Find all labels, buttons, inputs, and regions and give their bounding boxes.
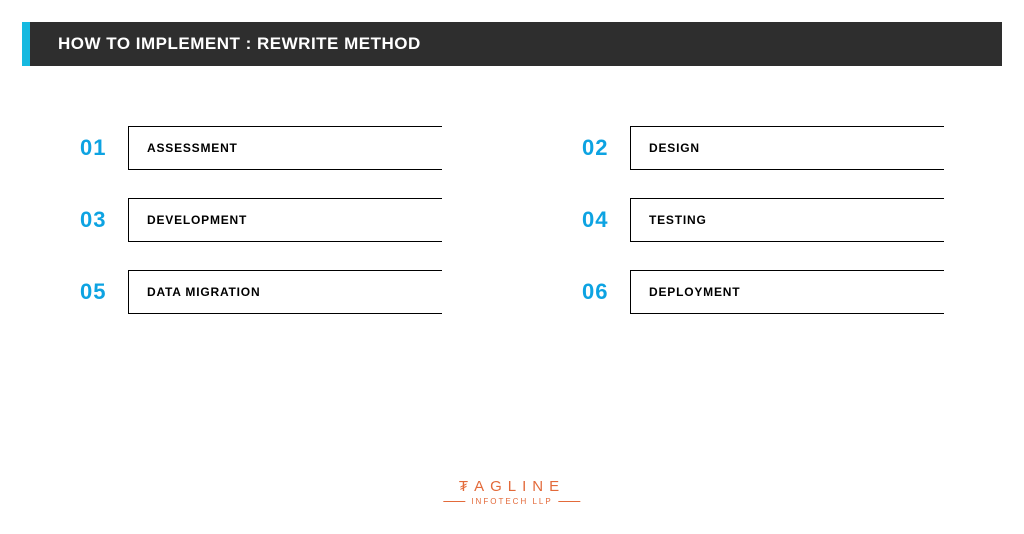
title-bar: HOW TO IMPLEMENT : REWRITE METHOD <box>22 22 1002 66</box>
step-number: 01 <box>80 135 128 161</box>
content-area: 01 ASSESSMENT 02 DESIGN 03 DEVELOPMENT 0… <box>0 66 1024 314</box>
step-box: TESTING <box>630 198 944 242</box>
logo-line-icon <box>559 501 581 502</box>
logo-subtext: INFOTECH LLP <box>471 497 552 506</box>
logo-subline: INFOTECH LLP <box>443 497 580 506</box>
step-label: DEPLOYMENT <box>649 285 740 299</box>
steps-grid: 01 ASSESSMENT 02 DESIGN 03 DEVELOPMENT 0… <box>80 126 944 314</box>
step-number: 02 <box>582 135 630 161</box>
logo-brand: ₮AGLINE <box>443 478 580 495</box>
step-label: DESIGN <box>649 141 700 155</box>
step-box: DEVELOPMENT <box>128 198 442 242</box>
step-label: ASSESSMENT <box>147 141 238 155</box>
footer-logo: ₮AGLINE INFOTECH LLP <box>443 478 580 506</box>
step-item: 04 TESTING <box>582 198 944 242</box>
step-number: 06 <box>582 279 630 305</box>
step-item: 05 DATA MIGRATION <box>80 270 442 314</box>
step-number: 04 <box>582 207 630 233</box>
step-box: DEPLOYMENT <box>630 270 944 314</box>
step-item: 01 ASSESSMENT <box>80 126 442 170</box>
page-title: HOW TO IMPLEMENT : REWRITE METHOD <box>58 34 421 54</box>
step-item: 02 DESIGN <box>582 126 944 170</box>
step-label: DEVELOPMENT <box>147 213 247 227</box>
step-label: DATA MIGRATION <box>147 285 260 299</box>
step-box: ASSESSMENT <box>128 126 442 170</box>
step-label: TESTING <box>649 213 707 227</box>
step-item: 03 DEVELOPMENT <box>80 198 442 242</box>
title-accent-bar <box>22 22 30 66</box>
title-main: HOW TO IMPLEMENT : REWRITE METHOD <box>30 22 1002 66</box>
step-box: DESIGN <box>630 126 944 170</box>
step-item: 06 DEPLOYMENT <box>582 270 944 314</box>
step-number: 05 <box>80 279 128 305</box>
step-box: DATA MIGRATION <box>128 270 442 314</box>
step-number: 03 <box>80 207 128 233</box>
logo-line-icon <box>443 501 465 502</box>
